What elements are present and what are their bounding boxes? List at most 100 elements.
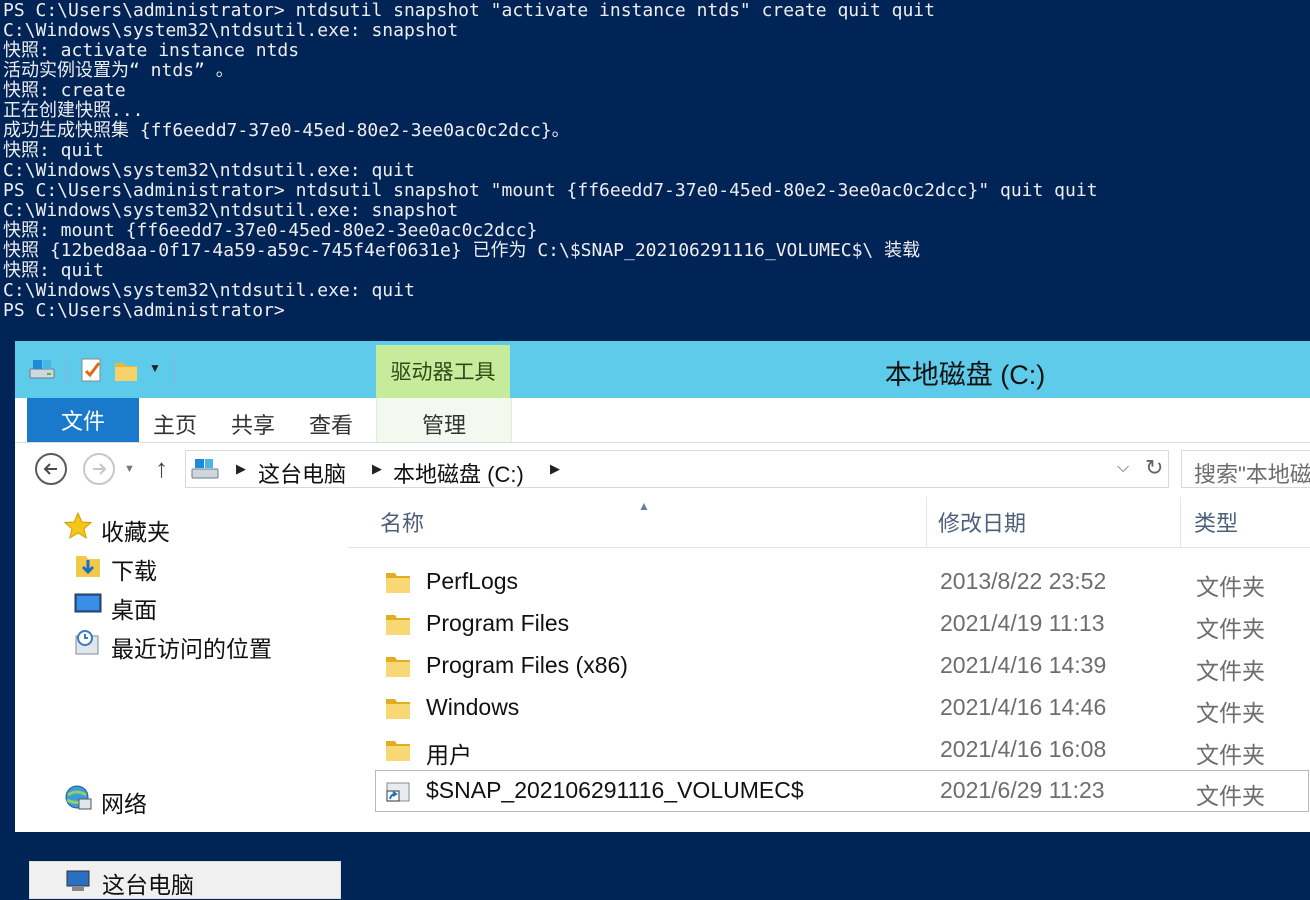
drive-icon[interactable] (27, 355, 57, 385)
nav-downloads[interactable]: 下载 (73, 548, 323, 584)
quick-access-toolbar: ▼ (25, 349, 195, 389)
file-date: 2021/4/16 14:46 (940, 694, 1107, 720)
console-line: PS C:\Users\administrator> ntdsutil snap… (3, 0, 935, 21)
file-type: 文件夹 (1196, 616, 1265, 642)
file-date: 2021/4/16 16:08 (940, 736, 1107, 762)
folder-icon (386, 741, 410, 761)
console-line: 快照: mount {ff6eedd7-37e0-45ed-80e2-3ee0a… (3, 220, 538, 241)
file-row[interactable]: PerfLogs 2013/8/22 23:52 文件夹 (376, 562, 1310, 602)
console-line: 活动实例设置为“ ntds” 。 (3, 60, 234, 81)
folder-icon (386, 699, 410, 719)
file-name: $SNAP_202106291116_VOLUMEC$ (426, 777, 804, 803)
console-line: 快照 {12bed8aa-0f17-4a59-a59c-745f4ef0631e… (3, 240, 921, 261)
breadcrumb-arrow-icon[interactable]: ▶ (236, 461, 246, 477)
navigation-bar: ▼ ↑ ▶ 这台电脑 ▶ 本地磁盘 (C:) ▶ ⌵ ↻ 搜索"本地磁盘 (C:… (15, 443, 1310, 495)
file-row[interactable]: $SNAP_202106291116_VOLUMEC$ 2021/6/29 11… (375, 770, 1309, 812)
console-line: C:\Windows\system32\ntdsutil.exe: snapsh… (3, 20, 459, 41)
file-type: 文件夹 (1196, 783, 1265, 809)
column-divider[interactable] (1180, 497, 1181, 547)
recent-locations-dropdown-icon[interactable]: ▼ (124, 463, 135, 475)
file-explorer-window: ▼ 驱动器工具 本地磁盘 (C:) 文件 主页 共享 查看 管理 ▼ ↑ ▶ 这… (15, 341, 1310, 899)
search-placeholder: 搜索"本地磁盘 (C:)" (1194, 462, 1310, 487)
star-icon (63, 511, 93, 540)
address-history-dropdown-icon[interactable]: ⌵ (1117, 459, 1129, 477)
tab-file[interactable]: 文件 (27, 398, 139, 442)
folder-icon (386, 573, 410, 593)
file-name: Program Files (426, 610, 570, 636)
console-line: C:\Windows\system32\ntdsutil.exe: quit (3, 160, 415, 181)
column-divider[interactable] (926, 497, 927, 547)
console-line: 正在创建快照... (3, 100, 144, 121)
file-row[interactable]: 用户 2021/4/16 16:08 文件夹 (376, 730, 1310, 770)
console-line: 快照: quit (3, 260, 105, 281)
computer-icon (66, 870, 90, 891)
qat-customize-icon[interactable]: ▼ (149, 361, 161, 375)
window-title: 本地磁盘 (C:) (884, 360, 1046, 390)
file-type: 文件夹 (1196, 658, 1265, 684)
drive-tools-label: 驱动器工具 (376, 345, 510, 398)
console-line: 快照: activate instance ntds (3, 40, 300, 61)
title-bar[interactable]: ▼ 驱动器工具 本地磁盘 (C:) (15, 341, 1310, 398)
breadcrumb-arrow-icon[interactable]: ▶ (550, 461, 560, 477)
qat-separator (67, 356, 68, 386)
forward-button[interactable] (83, 453, 115, 485)
search-input[interactable]: 搜索"本地磁盘 (C:)" (1181, 450, 1310, 488)
file-type: 文件夹 (1196, 574, 1265, 600)
properties-icon[interactable] (77, 355, 107, 385)
file-date: 2013/8/22 23:52 (940, 568, 1107, 594)
console-line: 快照: create (3, 80, 126, 101)
file-type: 文件夹 (1196, 700, 1265, 726)
downloads-folder-icon (76, 556, 100, 577)
breadcrumb-local-disk[interactable]: 本地磁盘 (C:) (393, 457, 524, 489)
file-list-pane: ▲ 名称 修改日期 类型 PerfLogs 2013/8/22 23:52 文件… (348, 497, 1310, 832)
file-date: 2021/4/19 11:13 (940, 610, 1105, 636)
console-line: 成功生成快照集 {ff6eedd7-37e0-45ed-80e2-3ee0ac0… (3, 120, 570, 141)
breadcrumb-this-pc[interactable]: 这台电脑 (258, 457, 346, 489)
address-bar[interactable]: ▶ 这台电脑 ▶ 本地磁盘 (C:) ▶ ⌵ ↻ (185, 450, 1169, 488)
this-pc-icon (191, 459, 219, 479)
back-button[interactable] (35, 453, 67, 485)
tab-home[interactable]: 主页 (153, 398, 197, 442)
breadcrumb-arrow-icon[interactable]: ▶ (372, 461, 382, 477)
forward-arrow-icon (93, 463, 107, 475)
tab-share[interactable]: 共享 (231, 398, 275, 442)
nav-this-pc[interactable]: 这台电脑 (29, 861, 341, 899)
navigation-pane: 收藏夹 下载 桌面 最近访问的位置 这台电脑 网络 (15, 497, 345, 899)
folder-icon (386, 657, 410, 677)
console-line: PS C:\Users\administrator> ntdsutil snap… (3, 180, 1098, 201)
ribbon-tabs: 文件 主页 共享 查看 管理 (15, 398, 1310, 443)
console-prompt[interactable]: PS C:\Users\administrator> (3, 301, 285, 321)
file-name: Program Files (x86) (426, 652, 628, 678)
folder-icon (386, 615, 410, 635)
column-type[interactable]: 类型 (1194, 497, 1304, 547)
shortcut-icon (386, 782, 410, 802)
file-row[interactable]: Windows 2021/4/16 14:46 文件夹 (376, 688, 1310, 728)
file-name: Windows (426, 694, 520, 720)
console-line: C:\Windows\system32\ntdsutil.exe: snapsh… (3, 200, 459, 221)
nav-favorites[interactable]: 收藏夹 (63, 509, 323, 545)
tab-manage[interactable]: 管理 (376, 398, 512, 442)
file-row[interactable]: Program Files 2021/4/19 11:13 文件夹 (376, 604, 1310, 644)
nav-desktop[interactable]: 桌面 (73, 587, 323, 623)
nav-network[interactable]: 网络 (63, 781, 323, 817)
column-header: ▲ 名称 修改日期 类型 (348, 497, 1310, 548)
up-arrow-icon[interactable]: ↑ (155, 453, 168, 484)
column-date-modified[interactable]: 修改日期 (938, 497, 1168, 547)
console-line: 快照: quit (3, 140, 105, 161)
powershell-console[interactable]: PS C:\Users\administrator> ntdsutil snap… (0, 0, 1310, 345)
file-name: 用户 (426, 742, 472, 768)
file-name: PerfLogs (426, 568, 519, 594)
network-icon (65, 785, 92, 810)
file-row[interactable]: Program Files (x86) 2021/4/16 14:39 文件夹 (376, 646, 1310, 686)
back-arrow-icon (43, 463, 57, 475)
refresh-icon[interactable]: ↻ (1145, 455, 1163, 481)
file-date: 2021/4/16 14:39 (940, 652, 1107, 678)
new-folder-icon[interactable] (111, 355, 141, 385)
recent-places-icon (75, 630, 99, 655)
file-type: 文件夹 (1196, 742, 1265, 768)
tab-view[interactable]: 查看 (309, 398, 353, 442)
column-name[interactable]: 名称 (380, 497, 920, 547)
console-line: C:\Windows\system32\ntdsutil.exe: quit (3, 280, 415, 301)
nav-recent-places[interactable]: 最近访问的位置 (73, 626, 333, 662)
qat-separator (175, 356, 176, 386)
